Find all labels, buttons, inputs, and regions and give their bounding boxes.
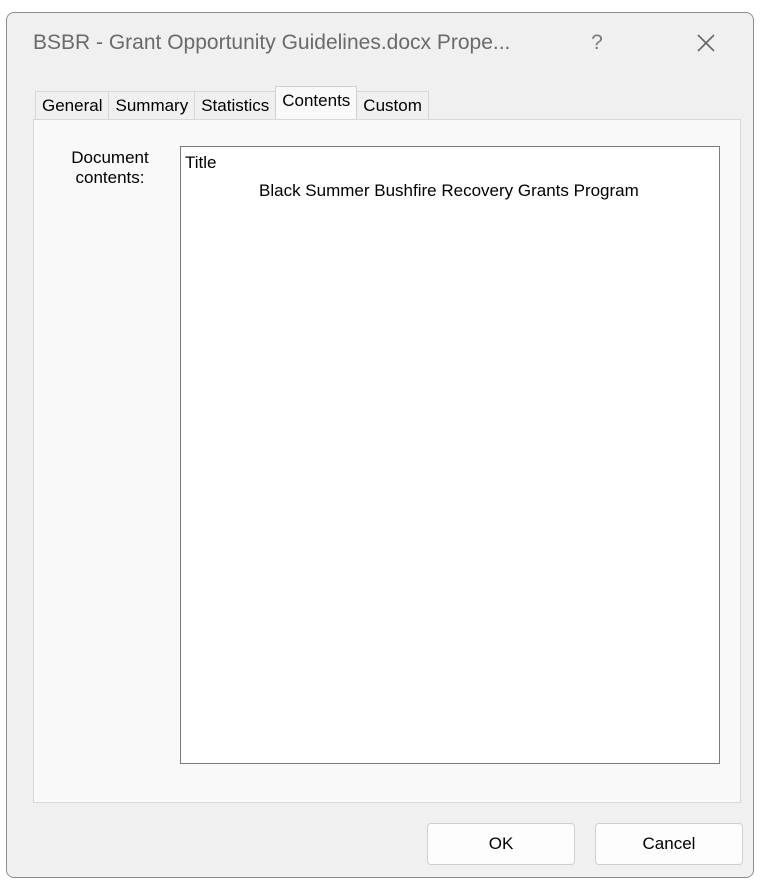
- list-item[interactable]: Black Summer Bushfire Recovery Grants Pr…: [259, 181, 639, 201]
- tab-statistics[interactable]: Statistics: [194, 91, 277, 119]
- document-contents-list[interactable]: Title Black Summer Bushfire Recovery Gra…: [180, 146, 720, 764]
- ok-button[interactable]: OK: [427, 823, 575, 865]
- window-title: BSBR - Grant Opportunity Guidelines.docx…: [33, 31, 511, 54]
- close-button[interactable]: [683, 23, 729, 63]
- close-icon: [697, 34, 715, 52]
- help-button[interactable]: ?: [577, 23, 617, 63]
- tab-custom[interactable]: Custom: [356, 91, 429, 119]
- list-item[interactable]: Title: [185, 153, 217, 173]
- document-contents-label-line1: Document: [71, 148, 149, 167]
- document-contents-label: Document contents:: [58, 148, 162, 188]
- document-contents-label-line2: contents:: [75, 168, 145, 187]
- properties-dialog: BSBR - Grant Opportunity Guidelines.docx…: [6, 12, 754, 878]
- tab-summary[interactable]: Summary: [108, 91, 196, 119]
- cancel-button[interactable]: Cancel: [595, 823, 743, 865]
- tab-strip: General Summary Statistics Contents Cust…: [35, 86, 429, 119]
- tab-contents[interactable]: Contents: [275, 86, 358, 119]
- title-bar[interactable]: BSBR - Grant Opportunity Guidelines.docx…: [7, 13, 753, 77]
- tab-panel-contents: Document contents: Title Black Summer Bu…: [33, 119, 741, 803]
- tab-general[interactable]: General: [35, 91, 110, 119]
